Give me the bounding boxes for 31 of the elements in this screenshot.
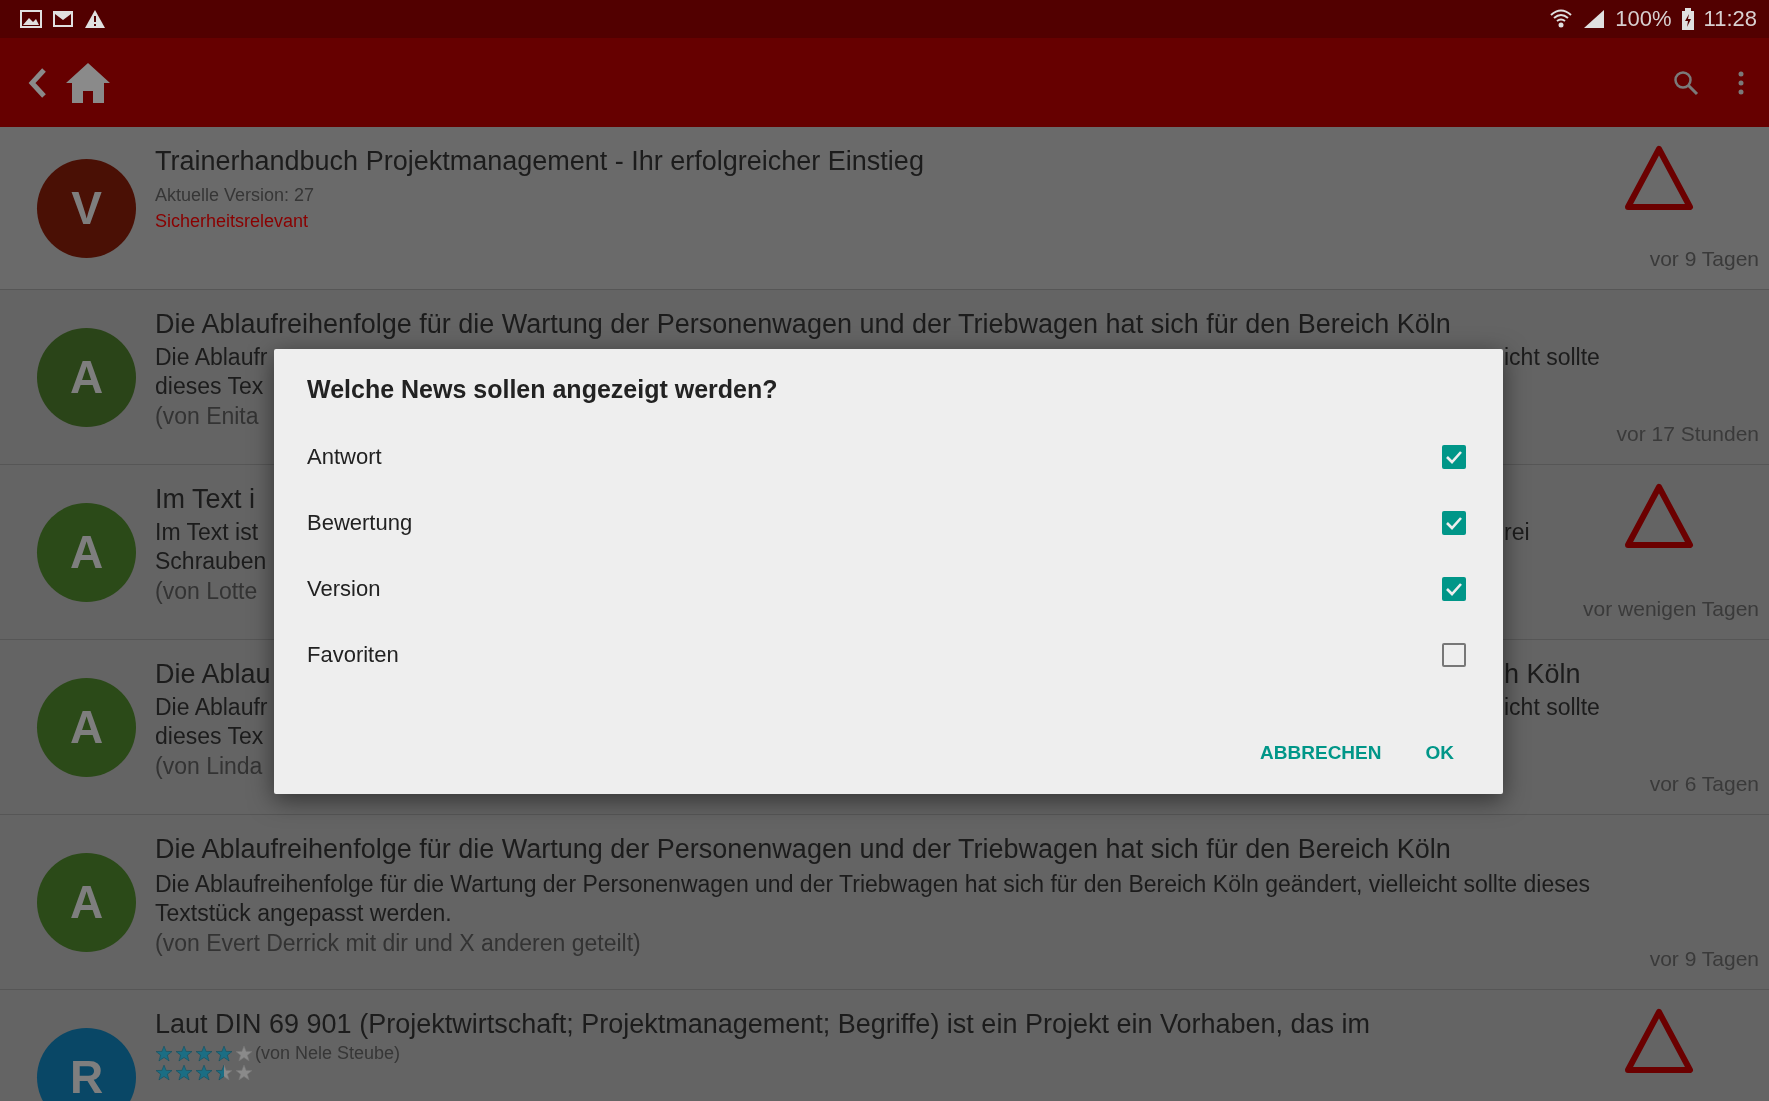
- avatar: A: [37, 677, 136, 777]
- news-text: Die Ablaufr: [155, 343, 269, 372]
- battery-percent: 100%: [1615, 6, 1672, 32]
- news-title: Laut DIN 69 901 (Projektwirtschaft; Projektmanagement; Begriffe) ist ein Projekt ein Vorhaben, das im: [155, 1008, 1372, 1041]
- news-title: Trainerhandbuch Projektmanagement - Ihr erfolgreicher Einstieg: [155, 145, 925, 178]
- option-label: Bewertung: [307, 510, 413, 536]
- news-title: h Köln: [1504, 658, 1581, 691]
- dialog-title: Welche News sollen angezeigt werden?: [307, 375, 779, 404]
- avatar: A: [37, 327, 136, 427]
- avatar: A: [37, 502, 136, 602]
- option-label: Antwort: [307, 444, 382, 470]
- news-text: dieses Tex: [155, 722, 265, 751]
- news-text: Die Ablaufreihenfolge für die Wartung der Personenwagen und der Triebwagen hat sich für den Bereich Köln geändert, vielleicht sollte dieses Textstück angepasst werden.: [155, 870, 1591, 928]
- option-label: Favoriten: [307, 642, 399, 668]
- avatar: A: [37, 852, 136, 952]
- clock: 11:28: [1703, 6, 1757, 32]
- news-title: Die Ablaufreihenfolge für die Wartung der Personenwagen und der Triebwagen hat sich für den Bereich Köln: [155, 308, 1452, 341]
- news-text: Im Text ist: [155, 518, 260, 547]
- news-title: Die Ablau: [155, 658, 272, 691]
- option-label: Version: [307, 576, 381, 602]
- news-title: Die Ablaufreihenfolge für die Wartung der Personenwagen und der Triebwagen hat sich für den Bereich Köln: [155, 833, 1452, 866]
- avatar: V: [37, 158, 136, 258]
- news-text: icht sollte: [1504, 343, 1600, 372]
- news-title: Im Text i: [155, 483, 257, 516]
- news-text: icht sollte: [1504, 693, 1600, 722]
- news-text: dieses Tex: [155, 372, 265, 401]
- news-text: Die Ablaufr: [155, 693, 269, 722]
- avatar: R: [37, 1027, 136, 1101]
- news-text: rei: [1504, 518, 1530, 547]
- news-text: Schrauben: [155, 547, 268, 576]
- safety-label: Sicherheitsrelevant: [155, 210, 310, 233]
